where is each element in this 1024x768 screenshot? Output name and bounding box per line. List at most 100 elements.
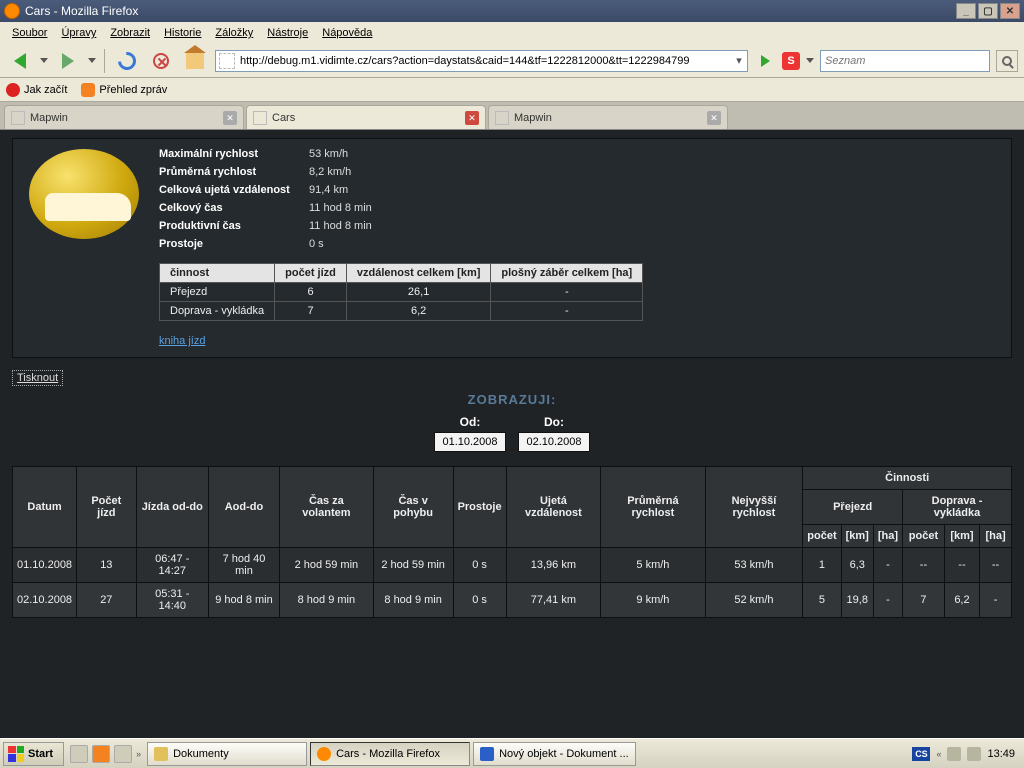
firefox-icon (4, 3, 20, 19)
close-icon[interactable]: ✕ (707, 111, 721, 125)
max-speed-label: Maximální rychlost (159, 148, 309, 160)
link-kniha-jizd[interactable]: kniha jízd (159, 335, 205, 347)
language-indicator[interactable]: CS (912, 747, 930, 761)
back-dropdown-icon[interactable] (40, 58, 48, 64)
maximize-button[interactable]: ▢ (978, 3, 998, 19)
table-row: 01.10.20081306:47 - 14:277 hod 40 min2 h… (13, 548, 1012, 583)
ladybug-icon (6, 83, 20, 97)
idle-value: 0 s (309, 238, 324, 250)
sub-count: počet (803, 525, 841, 548)
col-aod: Aod-do (208, 467, 279, 548)
menu-help[interactable]: Nápověda (316, 25, 378, 41)
system-tray: CS « 13:49 (906, 747, 1021, 761)
back-button[interactable] (6, 49, 34, 73)
start-button[interactable]: Start (3, 742, 64, 766)
reload-button[interactable] (113, 49, 141, 73)
car-badge-icon (19, 145, 149, 245)
forward-dropdown-icon[interactable] (88, 58, 96, 64)
tab-mapwin-1[interactable]: Mapwin✕ (4, 105, 244, 129)
col-ride: Jízda od-do (136, 467, 208, 548)
col-moving: Čas v pohybu (373, 467, 453, 548)
sub-km: [km] (944, 525, 979, 548)
windows-taskbar: Start » Dokumenty Cars - Mozilla Firefox… (0, 738, 1024, 768)
search-engine-dropdown-icon[interactable] (806, 58, 814, 64)
taskbar-word[interactable]: Nový objekt - Dokument ... (473, 742, 636, 766)
table-row: Doprava - vykládka76,2- (160, 302, 643, 321)
tab-cars[interactable]: Cars✕ (246, 105, 486, 129)
date-from-input[interactable] (434, 432, 506, 452)
url-input[interactable] (238, 53, 731, 69)
bookmark-jak-zacit[interactable]: Jak začít (6, 83, 67, 97)
clock[interactable]: 13:49 (987, 748, 1015, 760)
col-avg: Průměrná rychlost (601, 467, 705, 548)
table-row: Přejezd626,1- (160, 283, 643, 302)
col-count: počet jízd (275, 264, 347, 283)
daily-stats-table: Datum Počet jízd Jízda od-do Aod-do Čas … (12, 466, 1012, 618)
forward-button[interactable] (54, 49, 82, 73)
windows-logo-icon (8, 746, 24, 762)
avg-speed-value: 8,2 km/h (309, 166, 351, 178)
close-button[interactable]: ✕ (1000, 3, 1020, 19)
menu-file[interactable]: Soubor (6, 25, 53, 41)
col-date: Datum (13, 467, 77, 548)
page-icon (253, 111, 267, 125)
bookmarks-toolbar: Jak začít Přehled zpráv (0, 78, 1024, 102)
tray-icon[interactable] (967, 747, 981, 761)
taskbar-firefox[interactable]: Cars - Mozilla Firefox (310, 742, 470, 766)
summary-panel: Maximální rychlost53 km/h Průměrná rychl… (12, 138, 1012, 358)
search-input[interactable] (821, 53, 989, 69)
col-wheel: Čas za volantem (280, 467, 374, 548)
col-act-prejezd: Přejezd (803, 490, 903, 525)
minimize-button[interactable]: _ (956, 3, 976, 19)
date-to-input[interactable] (518, 432, 590, 452)
sub-count: počet (903, 525, 945, 548)
max-speed-value: 53 km/h (309, 148, 348, 160)
nav-toolbar: ▾ S (0, 44, 1024, 78)
quicklaunch-icon[interactable] (70, 745, 88, 763)
menu-history[interactable]: Historie (158, 25, 207, 41)
page-content: Maximální rychlost53 km/h Průměrná rychl… (0, 130, 1024, 738)
tray-chevron-icon[interactable]: « (936, 749, 941, 759)
menu-bookmarks[interactable]: Záložky (209, 25, 259, 41)
total-time-value: 11 hod 8 min (309, 202, 372, 214)
prod-time-value: 11 hod 8 min (309, 220, 372, 232)
quicklaunch-icon[interactable] (114, 745, 132, 763)
bookmark-prehled-zprav[interactable]: Přehled zpráv (81, 83, 167, 97)
print-button[interactable]: Tisknout (12, 370, 63, 386)
prod-time-label: Produktivní čas (159, 220, 309, 232)
search-button[interactable] (996, 50, 1018, 72)
tab-mapwin-2[interactable]: Mapwin✕ (488, 105, 728, 129)
magnify-icon (1002, 56, 1012, 66)
sub-ha: [ha] (980, 525, 1012, 548)
search-engine-icon[interactable]: S (782, 52, 800, 70)
taskbar-dokumenty[interactable]: Dokumenty (147, 742, 307, 766)
page-icon (495, 111, 509, 125)
search-box[interactable] (820, 50, 990, 72)
close-icon[interactable]: ✕ (223, 111, 237, 125)
table-row: 02.10.20082705:31 - 14:409 hod 8 min8 ho… (13, 583, 1012, 618)
close-icon[interactable]: ✕ (465, 111, 479, 125)
go-button[interactable] (754, 50, 776, 72)
chevron-icon[interactable]: » (136, 749, 141, 759)
tray-icon[interactable] (947, 747, 961, 761)
distance-value: 91,4 km (309, 184, 348, 196)
quicklaunch-icon[interactable] (92, 745, 110, 763)
window-titlebar: Cars - Mozilla Firefox _ ▢ ✕ (0, 0, 1024, 22)
col-act-doprava: Doprava - vykládka (903, 490, 1012, 525)
menu-view[interactable]: Zobrazit (104, 25, 156, 41)
url-bar[interactable]: ▾ (215, 50, 748, 72)
home-button[interactable] (181, 49, 209, 73)
date-from-label: Od: (434, 415, 506, 429)
col-max: Nejvyšší rychlost (705, 467, 803, 548)
date-range-section: ZOBRAZUJI: Od: Do: (12, 392, 1012, 466)
total-time-label: Celkový čas (159, 202, 309, 214)
idle-label: Prostoje (159, 238, 309, 250)
col-activity: činnost (160, 264, 275, 283)
menu-tools[interactable]: Nástroje (261, 25, 314, 41)
menu-edit[interactable]: Úpravy (55, 25, 102, 41)
url-dropdown-icon[interactable]: ▾ (731, 54, 747, 67)
menubar: Soubor Úpravy Zobrazit Historie Záložky … (0, 22, 1024, 44)
col-dist: vzdálenost celkem [km] (346, 264, 491, 283)
firefox-icon (317, 747, 331, 761)
stop-button[interactable] (147, 49, 175, 73)
